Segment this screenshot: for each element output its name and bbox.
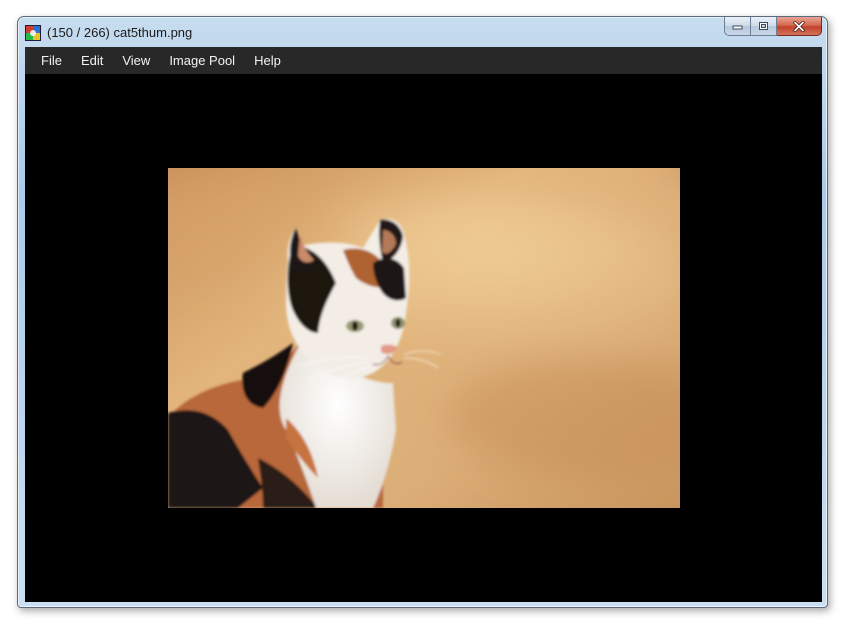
minimize-button[interactable] [724, 17, 751, 36]
menu-help[interactable]: Help [245, 47, 290, 74]
close-icon [793, 20, 805, 32]
minimize-icon [732, 25, 743, 30]
menu-bar: File Edit View Image Pool Help [25, 47, 822, 74]
app-icon [25, 25, 41, 41]
close-button[interactable] [777, 17, 822, 36]
maximize-icon [759, 22, 768, 30]
title-bar[interactable]: (150 / 266) cat5thum.png [18, 17, 827, 47]
caption-buttons [724, 17, 822, 37]
app-window: (150 / 266) cat5thum.png File Edit View … [17, 16, 828, 608]
menu-edit[interactable]: Edit [72, 47, 112, 74]
cat-photo [168, 168, 680, 508]
menu-file[interactable]: File [32, 47, 71, 74]
menu-image-pool[interactable]: Image Pool [160, 47, 244, 74]
image-canvas[interactable] [25, 74, 822, 602]
maximize-button[interactable] [751, 17, 777, 36]
window-title: (150 / 266) cat5thum.png [47, 25, 193, 40]
menu-view[interactable]: View [113, 47, 159, 74]
